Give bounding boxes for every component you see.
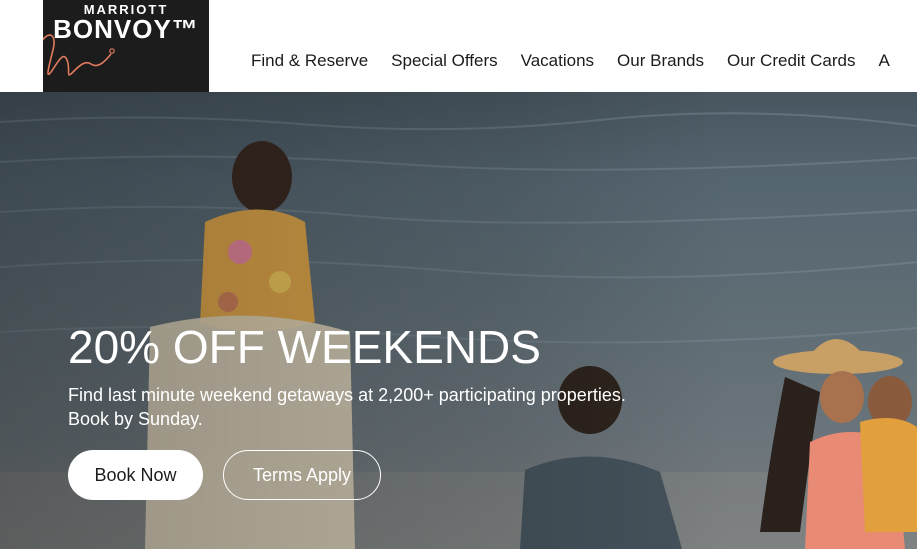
terms-apply-button[interactable]: Terms Apply: [223, 450, 381, 500]
nav-truncated-item[interactable]: A: [878, 51, 889, 71]
hero-subtitle-line-2: Book by Sunday.: [68, 409, 203, 429]
hero-banner: 20% OFF WEEKENDS Find last minute weeken…: [0, 92, 917, 549]
hero-title: 20% OFF WEEKENDS: [68, 321, 541, 373]
book-now-button[interactable]: Book Now: [68, 450, 203, 500]
nav-our-brands[interactable]: Our Brands: [617, 51, 704, 71]
nav-find-reserve[interactable]: Find & Reserve: [251, 51, 368, 71]
nav-vacations[interactable]: Vacations: [521, 51, 594, 71]
site-header: MARRIOTT BONVOY™ Find & Reserve Special …: [0, 0, 917, 92]
logo-main-text: BONVOY™: [53, 14, 199, 44]
nav-special-offers[interactable]: Special Offers: [391, 51, 497, 71]
main-nav: Find & Reserve Special Offers Vacations …: [251, 51, 913, 71]
marriott-bonvoy-logo[interactable]: MARRIOTT BONVOY™: [43, 0, 209, 92]
nav-our-credit-cards[interactable]: Our Credit Cards: [727, 51, 855, 71]
page: MARRIOTT BONVOY™ Find & Reserve Special …: [0, 0, 917, 549]
hero-subtitle-line-1: Find last minute weekend getaways at 2,2…: [68, 385, 626, 405]
hero-subtitle: Find last minute weekend getaways at 2,2…: [68, 383, 728, 431]
